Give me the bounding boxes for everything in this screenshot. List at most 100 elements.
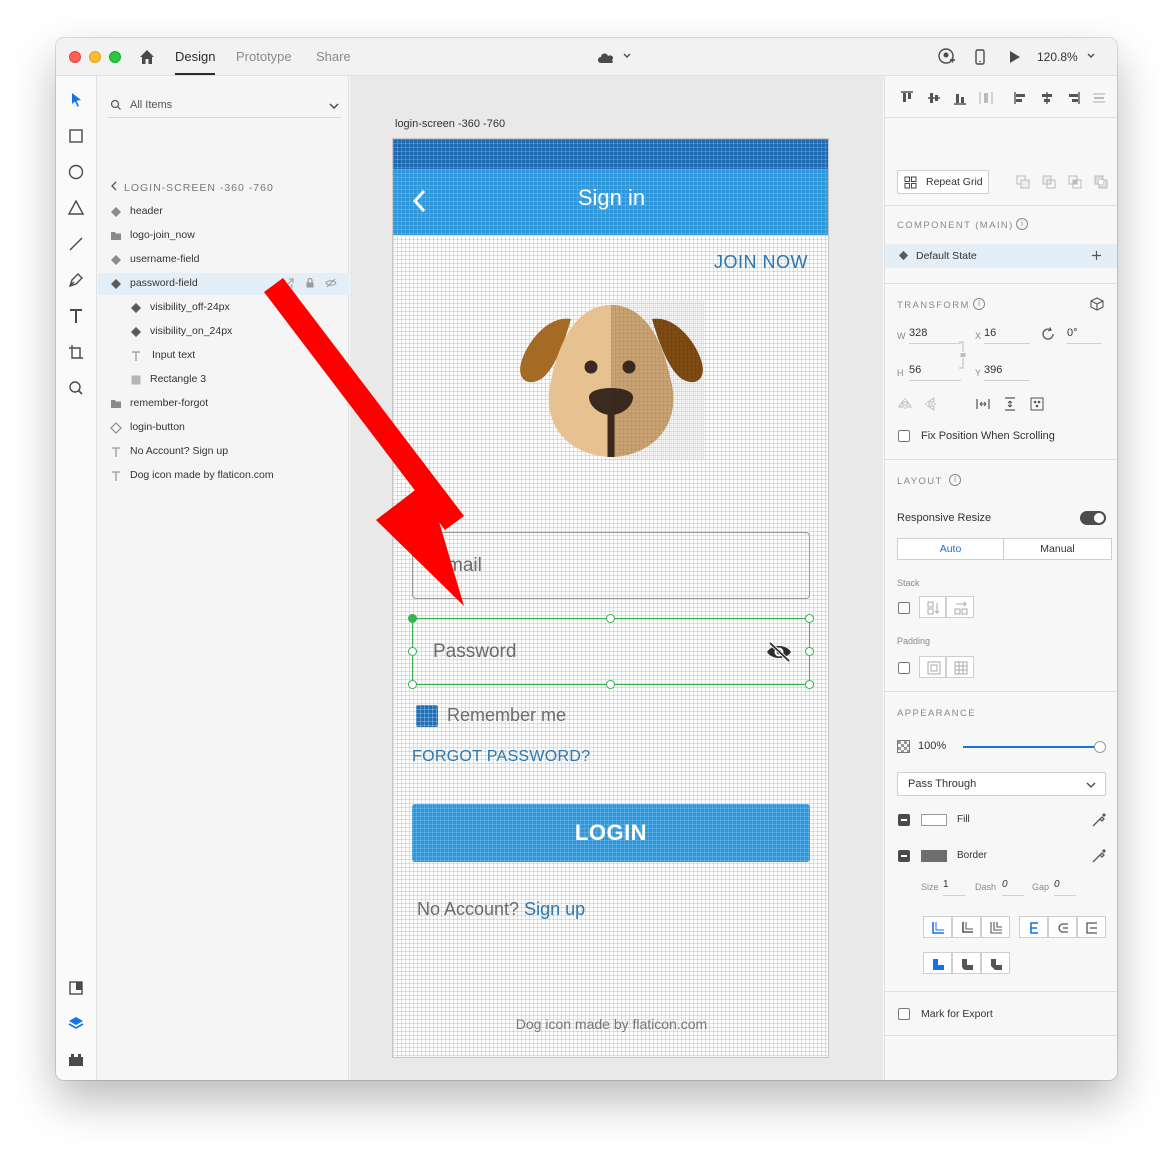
align-left-icon[interactable] (1013, 90, 1029, 106)
layer-item-login-button[interactable]: login-button (98, 417, 349, 439)
plugins-panel-icon[interactable] (66, 1050, 86, 1070)
text-tool-icon[interactable] (66, 306, 86, 326)
zoom-tool-icon[interactable] (66, 378, 86, 398)
x-input[interactable]: 16 (984, 324, 1030, 344)
email-field[interactable]: mail (412, 532, 810, 599)
layer-item-dog-credit[interactable]: Dog icon made by flaticon.com (98, 465, 349, 487)
layer-item-remember-forgot[interactable]: remember-forgot (98, 393, 349, 415)
status-bar[interactable] (393, 139, 828, 169)
artboard-login-screen[interactable]: Sign in JOIN NOW mail Password Remember … (392, 138, 829, 1058)
vertical-spacing-icon[interactable] (1002, 396, 1018, 412)
artboard-breadcrumb[interactable]: LOGIN-SCREEN -360 -760 (110, 181, 274, 194)
zoom-level[interactable]: 120.8% (1037, 50, 1078, 64)
info-icon[interactable]: i (1016, 218, 1028, 230)
layer-item-visibility-on[interactable]: visibility_on_24px (98, 321, 349, 343)
resize-handle[interactable] (408, 680, 417, 689)
minimize-window-button[interactable] (89, 51, 101, 63)
opacity-slider-knob[interactable] (1094, 741, 1106, 753)
align-right-icon[interactable] (1065, 90, 1081, 106)
resize-handle[interactable] (606, 614, 615, 623)
fill-toggle[interactable] (898, 814, 910, 826)
join-round-button[interactable] (1048, 916, 1077, 938)
join-now-link[interactable]: JOIN NOW (714, 252, 808, 273)
responsive-resize-toggle[interactable] (1080, 511, 1106, 525)
home-icon[interactable] (138, 48, 156, 66)
layer-filter[interactable]: All Items (108, 96, 341, 118)
scatter-icon[interactable] (1029, 396, 1045, 412)
chevron-down-icon[interactable] (329, 101, 339, 111)
cloud-icon[interactable] (596, 50, 616, 64)
play-icon[interactable] (1005, 48, 1023, 66)
resize-handle[interactable] (606, 680, 615, 689)
layer-item-visibility-off[interactable]: visibility_off-24px (98, 297, 349, 319)
fix-position-checkbox[interactable] (898, 430, 910, 442)
y-input[interactable]: 396 (984, 361, 1030, 381)
distribute-horizontal-icon[interactable] (1091, 90, 1107, 106)
border-toggle[interactable] (898, 850, 910, 862)
resize-manual-button[interactable]: Manual (1003, 538, 1112, 560)
line-tool-icon[interactable] (66, 234, 86, 254)
layer-item-rectangle-3[interactable]: Rectangle 3 (98, 369, 349, 391)
fill-swatch[interactable] (921, 814, 947, 826)
lock-icon[interactable] (304, 277, 316, 289)
flip-vertical-icon[interactable] (923, 396, 939, 412)
close-window-button[interactable] (69, 51, 81, 63)
rotate-icon[interactable] (1040, 326, 1056, 342)
cap-square-button[interactable] (981, 952, 1010, 974)
width-input[interactable]: 328 (909, 324, 961, 344)
resize-handle[interactable] (805, 680, 814, 689)
layer-item-header[interactable]: header (98, 201, 349, 223)
padding-checkbox[interactable] (898, 662, 910, 674)
visibility-off-icon[interactable] (765, 641, 793, 663)
share-user-icon[interactable] (938, 48, 956, 66)
stack-checkbox[interactable] (898, 602, 910, 614)
mark-export-checkbox[interactable] (898, 1008, 910, 1020)
add-state-icon[interactable] (1091, 250, 1102, 261)
boolean-intersect-icon[interactable] (1067, 174, 1083, 190)
stack-horizontal-button[interactable] (946, 596, 974, 618)
zoom-window-button[interactable] (109, 51, 121, 63)
opacity-slider[interactable] (963, 740, 1106, 754)
hide-eye-icon[interactable] (325, 277, 337, 289)
padding-individual-button[interactable] (946, 656, 974, 678)
forgot-password-link[interactable]: FORGOT PASSWORD? (412, 748, 590, 766)
flip-horizontal-icon[interactable] (897, 396, 913, 412)
join-miter-button[interactable] (1019, 916, 1048, 938)
align-center-icon[interactable] (1039, 90, 1055, 106)
rectangle-tool-icon[interactable] (66, 126, 86, 146)
repeat-grid-button[interactable]: Repeat Grid (897, 170, 989, 194)
tab-prototype[interactable]: Prototype (236, 49, 292, 64)
tab-design[interactable]: Design (175, 49, 216, 75)
dog-logo-icon[interactable] (519, 301, 704, 461)
layer-item-logo-join-now[interactable]: logo-join_now (98, 225, 349, 247)
chevron-down-icon[interactable] (1086, 51, 1096, 61)
select-tool-icon[interactable] (66, 90, 86, 110)
align-middle-icon[interactable] (926, 90, 942, 106)
assets-panel-icon[interactable] (66, 978, 86, 998)
distribute-spacing-icon[interactable] (975, 396, 991, 412)
boolean-subtract-icon[interactable] (1041, 174, 1057, 190)
border-gap-input[interactable]: 0 (1054, 876, 1076, 896)
eyedropper-icon[interactable] (1091, 812, 1107, 828)
device-preview-icon[interactable] (971, 48, 989, 66)
artboard-tool-icon[interactable] (66, 342, 86, 362)
cap-butt-button[interactable] (923, 952, 952, 974)
boolean-exclude-icon[interactable] (1093, 174, 1109, 190)
align-bottom-icon[interactable] (952, 90, 968, 106)
remember-checkbox[interactable] (416, 705, 438, 727)
open-link-icon[interactable] (283, 277, 295, 289)
layer-item-password-field[interactable]: password-field (98, 273, 349, 295)
layers-panel-icon[interactable] (66, 1014, 86, 1034)
distribute-vertical-icon[interactable] (978, 90, 994, 106)
cap-round-button[interactable] (952, 952, 981, 974)
layer-item-no-account[interactable]: No Account? Sign up (98, 441, 349, 463)
info-icon[interactable]: i (973, 298, 985, 310)
stroke-outside-button[interactable] (981, 916, 1010, 938)
info-icon[interactable]: i (949, 474, 961, 486)
chevron-down-icon[interactable] (622, 51, 632, 61)
border-size-input[interactable]: 1 (943, 876, 965, 896)
resize-handle[interactable] (805, 614, 814, 623)
login-button[interactable]: LOGIN (412, 804, 810, 862)
resize-handle[interactable] (805, 647, 814, 656)
height-input[interactable]: 56 (909, 361, 961, 381)
